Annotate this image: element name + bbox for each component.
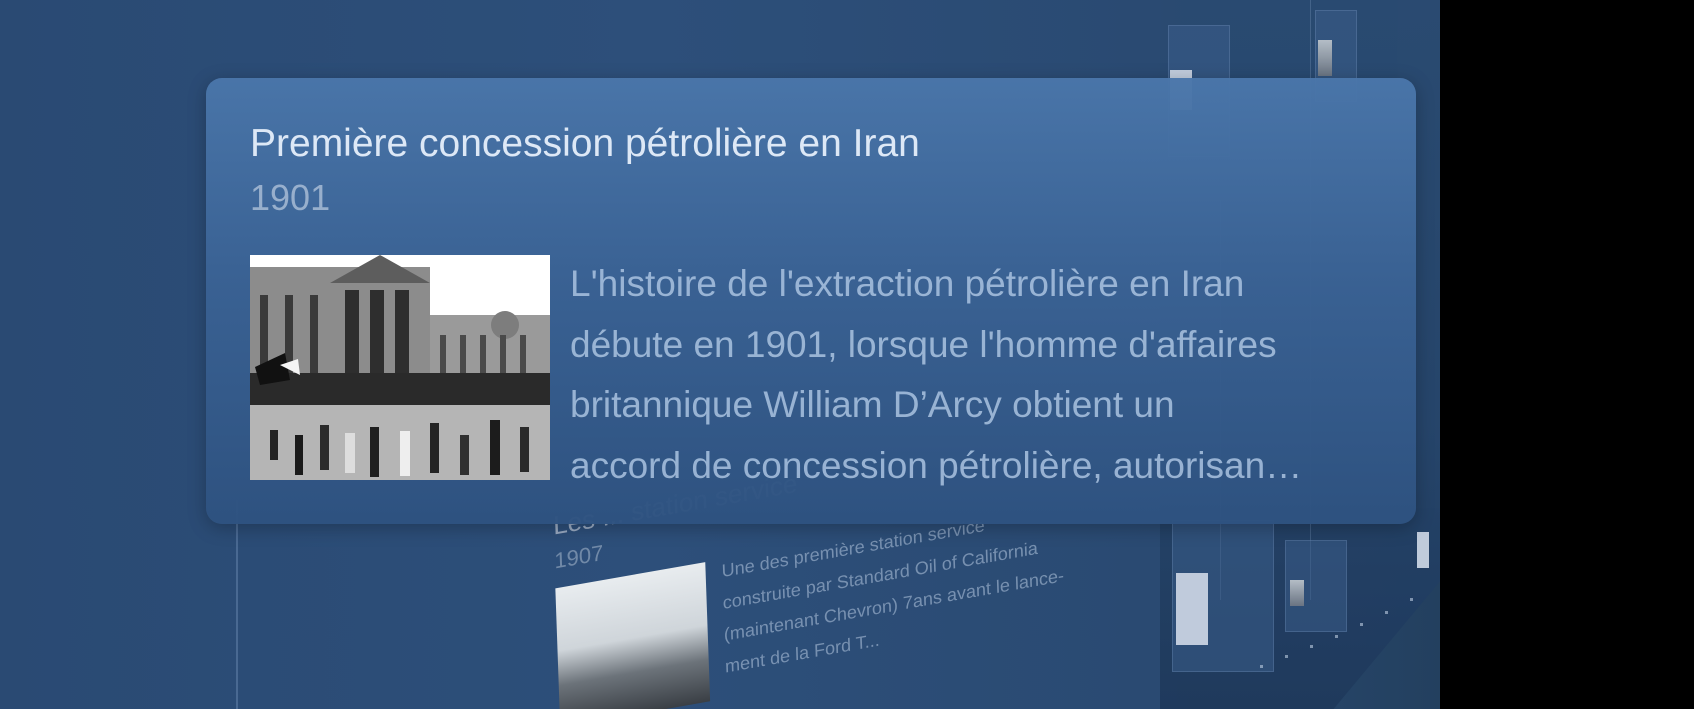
timeline-axis bbox=[236, 500, 238, 709]
wall-event-thumbnail bbox=[1176, 573, 1208, 645]
wall-event-thumbnail bbox=[1318, 40, 1332, 76]
wall-tick bbox=[1410, 598, 1413, 601]
wall-tick bbox=[1260, 665, 1263, 668]
event-title: Première concession pétrolière en Iran bbox=[250, 122, 920, 165]
historical-photo-icon[interactable] bbox=[250, 255, 550, 480]
background-event-year: 1907 bbox=[553, 540, 604, 574]
event-card[interactable]: Première concession pétrolière en Iran 1… bbox=[206, 78, 1416, 524]
historical-photo bbox=[250, 255, 550, 480]
event-year: 1901 bbox=[250, 177, 331, 218]
background-event-image bbox=[555, 562, 711, 709]
background-event-description: Une des première station service constru… bbox=[721, 503, 1064, 683]
wall-tick bbox=[1385, 611, 1388, 614]
description-line: L'histoire de l'extraction pétrolière en… bbox=[570, 263, 1245, 304]
wall-tick bbox=[1310, 645, 1313, 648]
description-line: britannique William D’Arcy obtient un bbox=[570, 384, 1175, 425]
description-line: accord de concession pétrolière, autoris… bbox=[570, 444, 1303, 486]
wall-tick bbox=[1335, 635, 1338, 638]
event-description: L'histoire de l'extraction pétrolière en… bbox=[570, 254, 1400, 496]
wall-event-thumbnail bbox=[1417, 532, 1429, 568]
wall-tick bbox=[1360, 623, 1363, 626]
wall-event-thumbnail bbox=[1290, 580, 1304, 606]
wall-tick bbox=[1285, 655, 1288, 658]
timeline-stage: Les ... station service 1907 Une des pre… bbox=[0, 0, 1440, 709]
description-line: débute en 1901, lorsque l'homme d'affair… bbox=[570, 323, 1277, 365]
